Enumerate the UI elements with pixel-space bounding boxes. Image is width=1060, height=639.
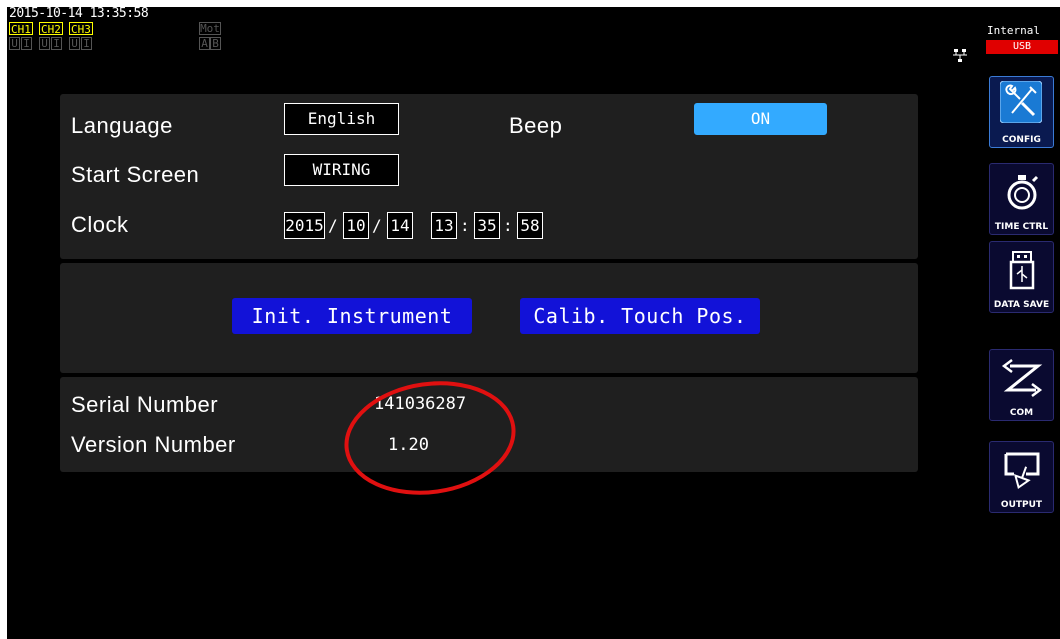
stopwatch-icon (1007, 175, 1039, 210)
motor-a-indicator: A (199, 37, 210, 50)
output-button-label: OUTPUT (1000, 500, 1043, 510)
language-label: Language (71, 113, 173, 138)
time-ctrl-button[interactable]: TIME CTRL (989, 163, 1054, 235)
clock-time-separator-2: : (503, 216, 513, 235)
config-button[interactable]: CONFIG (989, 76, 1054, 148)
communication-arrows-icon (1001, 359, 1043, 397)
beep-label: Beep (509, 113, 563, 138)
clock-month-field[interactable]: 10 (343, 212, 369, 239)
config-button-label: CONFIG (1002, 135, 1041, 145)
i-indicator-2: I (51, 37, 62, 50)
start-screen-select[interactable]: WIRING (284, 154, 399, 186)
u-indicator-2: U (39, 37, 50, 50)
i-indicator-1: I (21, 37, 32, 50)
usb-badge: USB (986, 40, 1058, 54)
i-indicator-3: I (81, 37, 92, 50)
calib-touch-pos-button[interactable]: Calib. Touch Pos. (520, 298, 760, 334)
output-button[interactable]: OUTPUT (989, 441, 1054, 513)
output-icon (1004, 452, 1040, 490)
u-indicator-3: U (69, 37, 80, 50)
beep-toggle[interactable]: ON (694, 103, 827, 135)
source-label: Internal (987, 24, 1040, 37)
clock-date-separator-1: / (328, 216, 338, 235)
time-ctrl-button-label: TIME CTRL (994, 222, 1049, 232)
wrench-screwdriver-icon (1000, 81, 1042, 123)
lan-icon (953, 49, 967, 62)
clock-second-field[interactable]: 58 (517, 212, 543, 239)
actions-panel (60, 263, 918, 373)
annotation-circle (344, 381, 516, 495)
motor-b-indicator: B (210, 37, 221, 50)
clock-minute-field[interactable]: 35 (474, 212, 500, 239)
clock-label: Clock (71, 212, 129, 237)
main-screen: 2015-10-14 13:35:58 CH1 CH2 CH3 U I U I … (7, 7, 984, 639)
data-save-button-label: DATA SAVE (993, 300, 1050, 310)
clock-date-separator-2: / (372, 216, 382, 235)
version-number-label: Version Number (71, 432, 236, 457)
init-instrument-button[interactable]: Init. Instrument (232, 298, 472, 334)
clock-day-field[interactable]: 14 (387, 212, 413, 239)
data-save-button[interactable]: DATA SAVE (989, 241, 1054, 313)
channel-badge-ch3: CH3 (69, 22, 93, 36)
u-indicator-1: U (9, 37, 20, 50)
usb-drive-icon (1009, 251, 1035, 290)
channel-badge-ch1: CH1 (9, 22, 33, 36)
clock-time-separator-1: : (460, 216, 470, 235)
mot-indicator: Mot (199, 22, 221, 35)
channel-badge-ch2: CH2 (39, 22, 63, 36)
com-button-label: COM (1009, 408, 1034, 418)
clock-hour-field[interactable]: 13 (431, 212, 457, 239)
language-select[interactable]: English (284, 103, 399, 135)
com-button[interactable]: COM (989, 349, 1054, 421)
clock-year-field[interactable]: 2015 (284, 212, 325, 239)
right-sidebar: Internal USB CONFIG TIME CTRL DATA SAVE (984, 7, 1060, 639)
serial-number-label: Serial Number (71, 392, 219, 417)
start-screen-label: Start Screen (71, 162, 200, 187)
status-datetime: 2015-10-14 13:35:58 (9, 6, 149, 21)
